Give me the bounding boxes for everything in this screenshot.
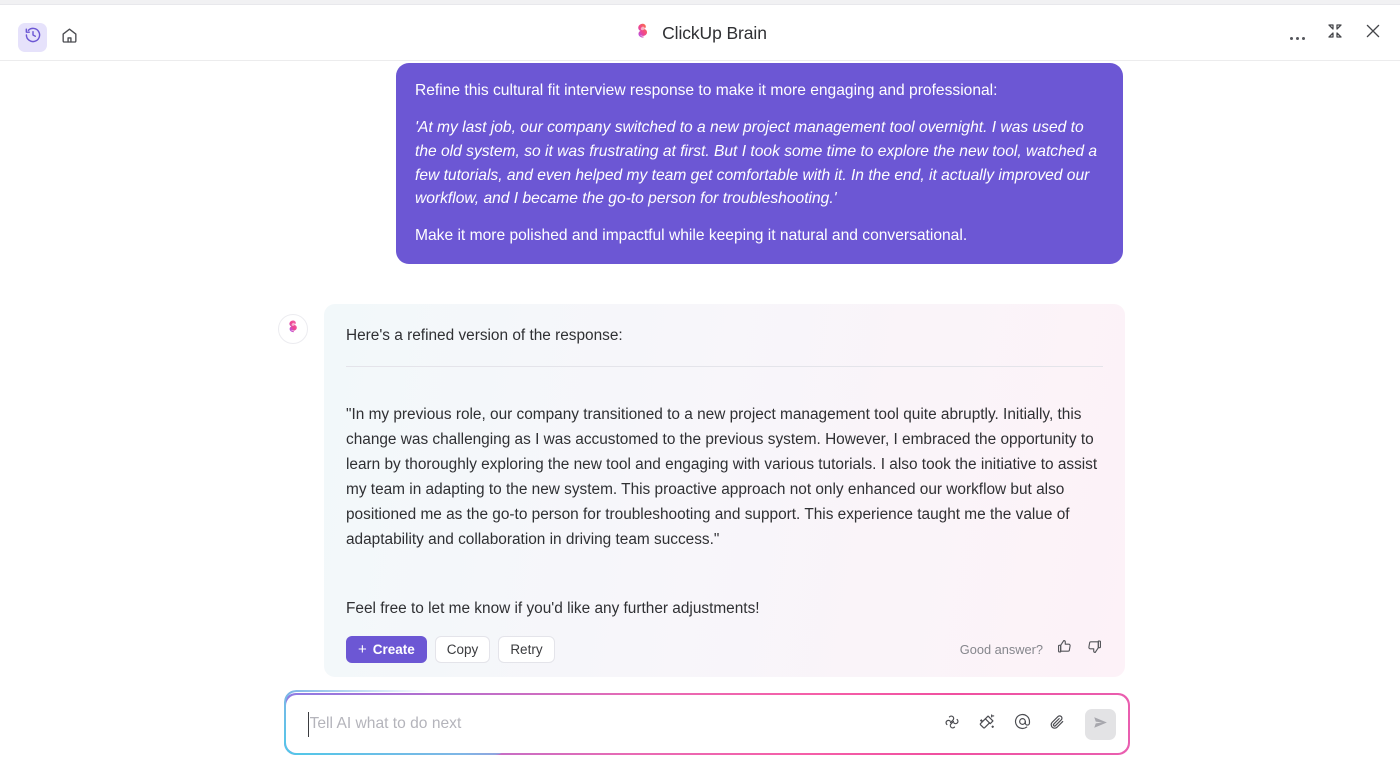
- magic-wand-icon: [978, 713, 996, 736]
- user-message-line-3: Make it more polished and impactful whil…: [415, 227, 968, 245]
- composer-toolbar: [942, 708, 1117, 740]
- header-title-group: ClickUp Brain: [0, 6, 1400, 61]
- assistant-response-card: Here's a refined version of the response…: [324, 304, 1125, 677]
- collapse-button[interactable]: [1324, 22, 1346, 44]
- chat-scroll-area[interactable]: Refine this cultural fit interview respo…: [0, 62, 1400, 765]
- user-message-quote: 'At my last job, our company switched to…: [415, 118, 1098, 208]
- assistant-intro-text: Here's a refined version of the response…: [346, 327, 623, 344]
- thumbs-down-button[interactable]: [1086, 638, 1103, 660]
- thumbs-down-icon: [1086, 638, 1103, 660]
- clickup-brain-logo-icon: [633, 22, 652, 46]
- home-button[interactable]: [55, 23, 84, 52]
- assistant-closing-text: Feel free to let me know if you'd like a…: [346, 599, 760, 617]
- feedback-prompt-label: Good answer?: [959, 641, 1043, 657]
- chat-input[interactable]: [307, 714, 943, 734]
- more-options-icon: [1289, 22, 1305, 44]
- avatar: [278, 314, 308, 344]
- header-window-controls: [1286, 22, 1384, 44]
- ai-knot-icon: [943, 713, 961, 736]
- divider: [346, 366, 1103, 368]
- app-header: ClickUp Brain: [0, 6, 1400, 61]
- plus-icon: +: [358, 640, 367, 658]
- close-icon: [1364, 22, 1382, 45]
- copy-button[interactable]: Copy: [434, 635, 491, 663]
- attachment-icon: [1048, 713, 1066, 736]
- page-title: ClickUp Brain: [662, 23, 767, 43]
- clickup-brain-avatar-icon: [285, 319, 301, 340]
- send-button[interactable]: [1085, 708, 1117, 740]
- collapse-icon: [1327, 23, 1343, 44]
- send-icon: [1092, 714, 1109, 734]
- header-left-controls: [18, 23, 84, 52]
- close-button[interactable]: [1362, 22, 1384, 44]
- create-button[interactable]: + Create: [346, 635, 427, 663]
- thumbs-up-icon: [1056, 638, 1073, 660]
- mention-button[interactable]: [1012, 712, 1032, 736]
- create-button-label: Create: [372, 641, 415, 657]
- history-button[interactable]: [18, 23, 47, 52]
- window-top-strip: [0, 0, 1400, 5]
- text-caret: [307, 711, 309, 737]
- history-icon: [24, 26, 42, 49]
- user-message-line-1: Refine this cultural fit interview respo…: [415, 82, 998, 99]
- assistant-feedback-group: Good answer?: [960, 638, 1103, 660]
- assistant-body-text: "In my previous role, our company transi…: [346, 406, 1098, 548]
- composer: [285, 694, 1129, 754]
- assistant-action-buttons: + Create Copy Retry: [346, 635, 555, 663]
- more-options-button[interactable]: [1286, 22, 1308, 44]
- attachment-button[interactable]: [1047, 714, 1067, 734]
- thumbs-up-button[interactable]: [1056, 638, 1073, 660]
- ai-knot-button[interactable]: [942, 714, 962, 734]
- magic-wand-button[interactable]: [977, 713, 997, 736]
- user-message-bubble: Refine this cultural fit interview respo…: [396, 63, 1123, 265]
- home-icon: [60, 26, 79, 50]
- retry-button[interactable]: Retry: [498, 635, 555, 663]
- composer-container: [284, 693, 1130, 755]
- mention-icon: [1013, 712, 1032, 736]
- assistant-action-bar: + Create Copy Retry Good answer?: [346, 635, 1103, 663]
